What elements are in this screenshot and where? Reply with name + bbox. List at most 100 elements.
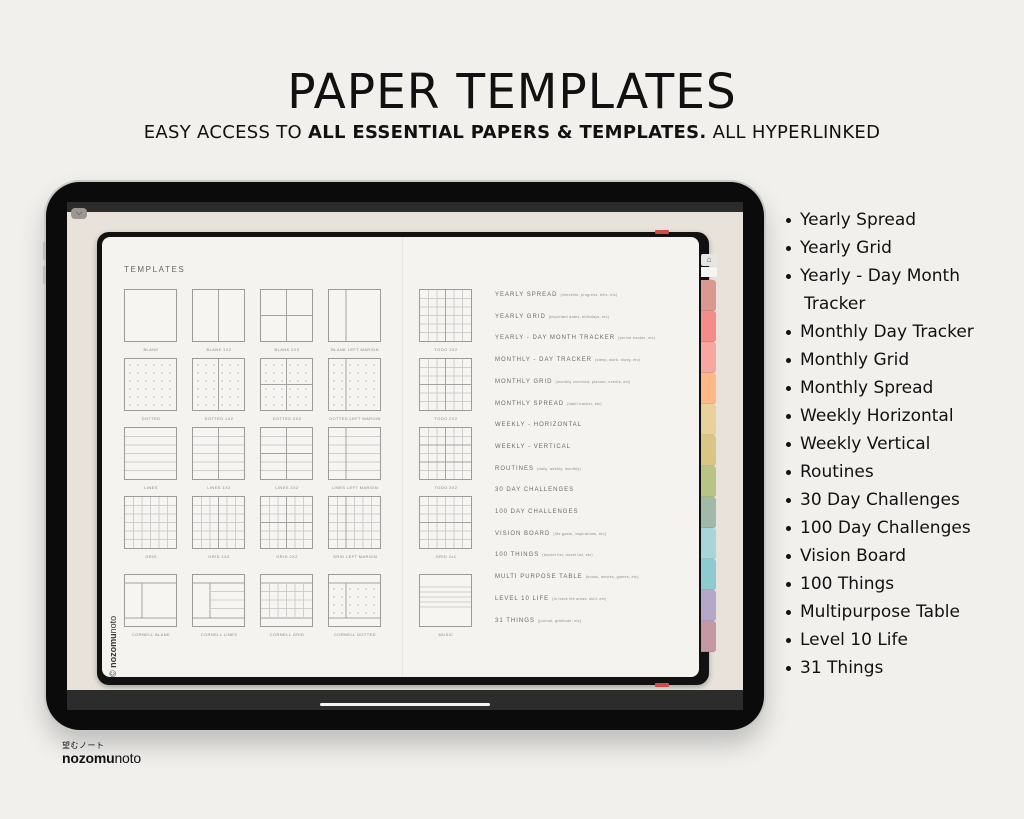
feature-item-continuation: Tracker xyxy=(804,294,866,314)
link-title: YEARLY SPREAD xyxy=(495,292,558,298)
template-thumb-lines-left[interactable] xyxy=(328,427,381,480)
feature-item: 31 Things xyxy=(786,654,974,682)
template-thumb-todo-1x2[interactable] xyxy=(419,289,472,342)
section-tab-7[interactable] xyxy=(701,466,716,497)
link-title: MULTI PURPOSE TABLE xyxy=(495,574,583,581)
templates-heading: TEMPLATES xyxy=(124,265,186,274)
template-link[interactable]: YEARLY GRID (important dates, birthdays, … xyxy=(495,314,609,320)
section-tab-6[interactable] xyxy=(701,435,716,466)
template-link[interactable]: VISION BOARD (life goals, inspirations, e… xyxy=(495,531,606,537)
template-thumb-cornell-dotted[interactable] xyxy=(328,574,381,627)
feature-item-label: Yearly Grid xyxy=(800,238,892,258)
link-note: (daily, weekly, monthly) xyxy=(537,466,582,471)
feature-item: Weekly Horizontal xyxy=(786,402,974,430)
template-thumb-lines-1x2[interactable] xyxy=(192,427,245,480)
template-label: TODO 1X2 xyxy=(434,347,458,352)
section-tabs xyxy=(701,280,716,652)
link-title: 30 DAY CHALLENGES xyxy=(495,487,575,494)
link-title: 100 THINGS xyxy=(495,552,540,559)
planner-cover: TEMPLATES BLANK BLANK 1X2 BLANK 2X2 BLANK L… xyxy=(97,230,717,687)
section-tab-3[interactable] xyxy=(701,342,716,373)
template-link[interactable]: WEEKLY - HORIZONTAL xyxy=(495,422,582,428)
link-note: (monthly overview, planner, events, etc) xyxy=(555,379,631,384)
template-link[interactable]: WEEKLY - VERTICAL xyxy=(495,444,571,450)
link-title: LEVEL 10 LIFE xyxy=(495,595,550,602)
section-tab-8[interactable] xyxy=(701,497,716,528)
template-link[interactable]: MULTI PURPOSE TABLE (books, movies, games… xyxy=(495,574,639,580)
feature-item-label: Monthly Grid xyxy=(800,350,910,370)
template-link[interactable]: 100 DAY CHALLENGES xyxy=(495,509,578,515)
template-thumb-grid-1x2[interactable] xyxy=(192,496,245,549)
template-thumb-grid-left[interactable] xyxy=(328,496,381,549)
feature-item-label: 30 Day Challenges xyxy=(800,490,960,510)
template-thumb-blank-left[interactable] xyxy=(328,289,381,342)
link-title: MONTHLY GRID xyxy=(495,378,553,385)
template-thumb-grid-2x1[interactable] xyxy=(419,496,472,549)
template-thumb-lines[interactable] xyxy=(124,427,177,480)
subtitle-bold: ALL ESSENTIAL PAPERS & TEMPLATES. xyxy=(308,122,707,143)
link-note: (life goals, inspirations, etc) xyxy=(553,531,607,536)
template-label: MUSIC xyxy=(438,632,454,637)
brand-name: nozomunoto xyxy=(62,751,141,765)
section-tab-5[interactable] xyxy=(701,404,716,435)
template-label: CORNELL DOTTED xyxy=(334,632,376,637)
template-link[interactable]: LEVEL 10 LIFE (to track life areas, skill… xyxy=(495,596,607,602)
section-tab-9[interactable] xyxy=(701,528,716,559)
feature-item-label: 100 Things xyxy=(800,574,895,594)
template-thumb-lines-2x2[interactable] xyxy=(260,427,313,480)
page-title: PAPER TEMPLATES xyxy=(287,64,737,120)
template-thumb-cornell-grid[interactable] xyxy=(260,574,313,627)
bottom-bar xyxy=(67,690,743,710)
link-note: (checklist, progress, bills, etc) xyxy=(560,293,618,297)
template-link[interactable]: YEARLY - DAY MONTH TRACKER (period tracke… xyxy=(495,335,655,341)
template-link[interactable]: MONTHLY - DAY TRACKER (sleep, work, study… xyxy=(495,357,640,363)
template-label: TODO 3X2 xyxy=(434,485,458,490)
template-thumb-dotted-2x2[interactable] xyxy=(260,358,313,411)
feature-item: Monthly Grid xyxy=(786,346,974,374)
template-thumb-cornell-lines[interactable] xyxy=(192,574,245,627)
template-link[interactable]: ROUTINES (daily, weekly, monthly) xyxy=(495,466,581,472)
home-tab-blank[interactable] xyxy=(701,267,717,277)
subtitle-prefix: EASY ACCESS TO xyxy=(143,122,309,143)
template-thumb-dotted[interactable] xyxy=(124,358,177,411)
section-tab-2[interactable] xyxy=(701,311,716,342)
feature-item: Level 10 Life xyxy=(786,626,974,654)
copyright-symbol: © xyxy=(108,670,118,677)
template-link[interactable]: 31 THINGS (journal, gratitude, etc) xyxy=(495,618,581,624)
status-bar xyxy=(67,202,743,212)
template-thumb-cornell-blank[interactable] xyxy=(124,574,177,627)
bookmark-ribbon-bottom xyxy=(655,683,669,687)
chevron-down-icon[interactable]: ⌵ xyxy=(71,208,87,219)
copyright-rest: noto xyxy=(108,615,118,634)
template-thumb-blank[interactable] xyxy=(124,289,177,342)
template-link[interactable]: MONTHLY GRID (monthly overview, planner, … xyxy=(495,379,631,385)
template-thumb-music[interactable] xyxy=(419,574,472,627)
section-tab-10[interactable] xyxy=(701,559,716,590)
section-tab-4[interactable] xyxy=(701,373,716,404)
feature-item-label: Weekly Vertical xyxy=(800,434,931,454)
section-tab-12[interactable] xyxy=(701,621,716,652)
template-thumb-todo-2x2[interactable] xyxy=(419,358,472,411)
link-title: YEARLY - DAY MONTH TRACKER xyxy=(495,335,616,342)
template-thumb-blank-1x2[interactable] xyxy=(192,289,245,342)
template-thumb-grid[interactable] xyxy=(124,496,177,549)
template-thumb-dotted-left[interactable] xyxy=(328,358,381,411)
template-link[interactable]: 100 THINGS (bucket list, travel list, etc… xyxy=(495,552,593,558)
template-thumb-dotted-1x2[interactable] xyxy=(192,358,245,411)
section-tab-11[interactable] xyxy=(701,590,716,621)
template-thumb-blank-2x2[interactable] xyxy=(260,289,313,342)
section-tab-1[interactable] xyxy=(701,280,716,311)
template-link[interactable]: YEARLY SPREAD (checklist, progress, bills… xyxy=(495,292,618,298)
template-link[interactable]: MONTHLY SPREAD (habit tracker, etc) xyxy=(495,401,602,407)
template-thumb-todo-3x2[interactable] xyxy=(419,427,472,480)
template-label: GRID 2x1 xyxy=(435,554,457,559)
home-icon[interactable]: ⌂ xyxy=(701,254,717,266)
page-subtitle: EASY ACCESS TO ALL ESSENTIAL PAPERS & TE… xyxy=(0,122,1024,143)
template-thumb-grid-2x2[interactable] xyxy=(260,496,313,549)
template-link[interactable]: 30 DAY CHALLENGES xyxy=(495,487,574,493)
feature-item-label: 31 Things xyxy=(800,658,884,678)
feature-item-label: Yearly - Day Month xyxy=(800,266,960,286)
home-indicator[interactable] xyxy=(320,703,490,706)
feature-item-label: Vision Board xyxy=(800,546,907,566)
feature-item: Yearly Spread xyxy=(786,206,974,234)
